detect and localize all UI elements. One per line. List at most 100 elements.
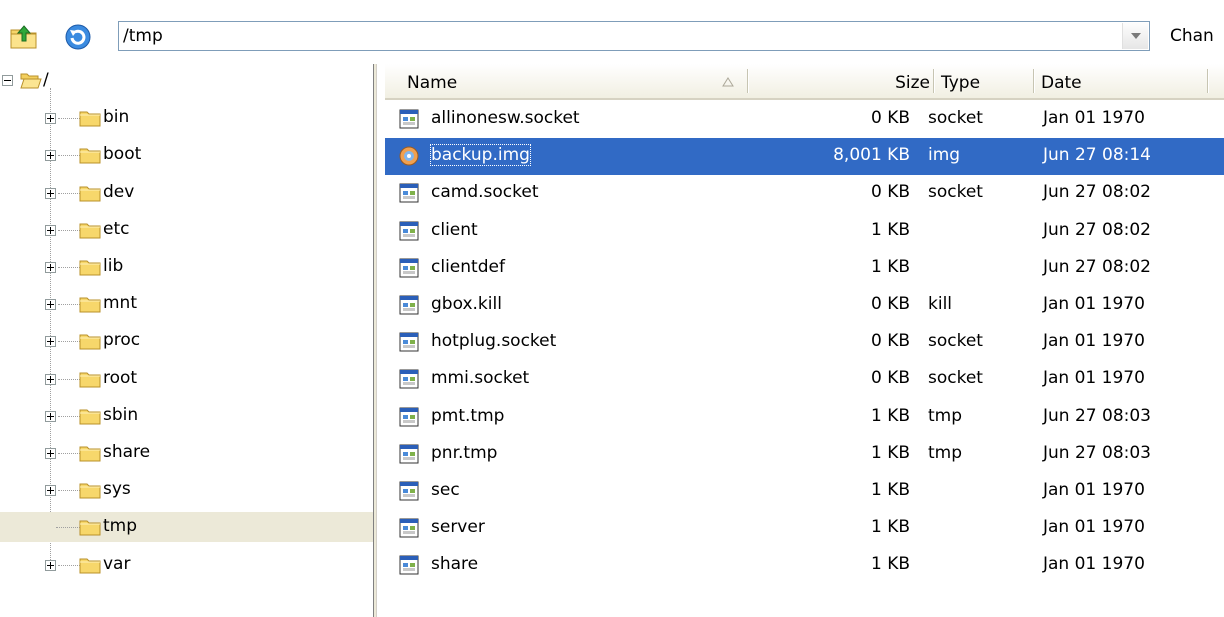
file-size: 0 KB [870,331,910,352]
table-row[interactable]: gbox.kill 0 KB kill Jan 01 1970 [385,287,1224,324]
expand-icon[interactable] [45,410,56,422]
file-date: Jun 27 08:03 [1043,442,1151,463]
file-date: Jun 27 08:02 [1043,219,1151,240]
file-icon [399,183,419,203]
expand-icon[interactable] [45,299,56,311]
file-size: 1 KB [870,442,910,463]
path-combobox[interactable] [118,21,1150,51]
table-row[interactable]: client 1 KB Jun 27 08:02 [385,213,1224,250]
file-type: socket [928,108,983,128]
folder-icon [79,409,101,425]
tree-connector [58,267,80,268]
path-dropdown-button[interactable] [1122,23,1148,49]
tree-item-lib[interactable]: lib [0,252,373,282]
file-size: 1 KB [870,517,910,538]
column-header-type[interactable]: Type [941,73,980,93]
column-separator[interactable] [747,69,748,93]
folder-icon [79,297,101,313]
tree-item-root[interactable]: / [0,66,373,96]
refresh-button[interactable] [62,23,94,51]
change-button[interactable]: Chan [1170,26,1214,46]
file-size: 0 KB [870,294,910,314]
table-row[interactable]: share 1 KB Jan 01 1970 [385,547,1224,584]
tree-connector [58,229,80,231]
table-row[interactable]: clientdef 1 KB Jun 27 08:02 [385,250,1224,287]
file-type: tmp [928,405,963,426]
tree-item-bin[interactable]: bin [0,103,373,133]
toolbar: Chan [0,0,1224,64]
table-row[interactable]: hotplug.socket 0 KB socket Jan 01 1970 [385,324,1224,361]
tree-connector [58,378,80,380]
tree-item-label: sbin [103,404,139,425]
tree-item-mnt[interactable]: mnt [0,289,373,319]
sort-ascending-icon [722,77,734,87]
file-icon [399,258,419,278]
table-row[interactable]: allinonesw.socket 0 KB socket Jan 01 1970 [385,101,1224,138]
table-row[interactable]: sec 1 KB Jan 01 1970 [385,473,1224,510]
expand-icon[interactable] [45,485,56,497]
tree-item-sbin[interactable]: sbin [0,401,373,431]
table-row[interactable]: server 1 KB Jan 01 1970 [385,510,1224,547]
folder-tree: / bin boot dev etc lib mnt proc root sbin share sys… [0,64,373,617]
tree-item-boot[interactable]: boot [0,140,373,170]
file-icon [399,555,419,575]
table-row[interactable]: camd.socket 0 KB socket Jun 27 08:02 [385,175,1224,212]
tree-connector [58,564,80,566]
file-type: socket [928,331,983,352]
tree-item-var[interactable]: var [0,550,373,580]
tree-connector [58,304,80,306]
expand-icon[interactable] [45,150,56,162]
expand-icon[interactable] [45,262,56,273]
refresh-icon [65,24,91,50]
tree-item-label: var [103,553,131,574]
tree-item-label: share [103,442,151,462]
file-name: camd.socket [431,182,539,203]
path-input[interactable] [123,24,1113,48]
tree-item-proc[interactable]: proc [0,326,373,356]
tree-connector [58,192,80,194]
tree-connector [58,341,80,343]
file-icon [399,518,419,538]
tree-item-label: root [103,367,138,388]
folder-icon [79,260,101,276]
file-icon [399,295,419,315]
expand-icon[interactable] [45,448,56,459]
file-name: client [431,219,478,240]
expand-icon[interactable] [45,373,56,385]
expand-icon[interactable] [45,113,56,125]
table-row[interactable]: backup.img 8,001 KB img Jun 27 08:14 [385,138,1224,176]
expand-icon[interactable] [45,187,56,199]
tree-item-sys[interactable]: sys [0,475,373,505]
folder-icon [79,446,101,462]
tree-item-share[interactable]: share [0,438,373,468]
column-separator[interactable] [1033,69,1034,93]
column-header-date[interactable]: Date [1041,73,1082,93]
file-name: clientdef [431,256,505,277]
folder-open-icon [20,73,42,89]
table-row[interactable]: pmt.tmp 1 KB tmp Jun 27 08:03 [385,399,1224,436]
tree-connector [58,415,80,417]
column-header-name[interactable]: Name [407,73,457,93]
collapse-icon[interactable] [2,75,13,86]
folder-icon [79,483,101,499]
tree-item-tmp[interactable]: tmp [0,512,373,543]
table-row[interactable]: pnr.tmp 1 KB tmp Jun 27 08:03 [385,436,1224,473]
expand-icon[interactable] [45,336,56,348]
column-header-size[interactable]: Size [895,73,930,93]
tree-item-etc[interactable]: etc [0,215,373,245]
tree-connector [58,155,80,157]
tree-connector [58,118,80,120]
file-date: Jun 27 08:02 [1043,182,1151,203]
expand-icon[interactable] [45,224,56,236]
file-date: Jan 01 1970 [1043,331,1145,352]
folder-icon [79,558,101,574]
column-separator[interactable] [933,69,934,93]
tree-item-root[interactable]: root [0,364,373,394]
pane-splitter[interactable] [373,64,377,617]
tree-item-dev[interactable]: dev [0,178,373,208]
column-separator[interactable] [1207,69,1208,93]
expand-icon[interactable] [45,559,56,571]
folder-up-button[interactable] [8,23,40,51]
table-row[interactable]: mmi.socket 0 KB socket Jan 01 1970 [385,361,1224,398]
folder-icon [79,186,101,202]
